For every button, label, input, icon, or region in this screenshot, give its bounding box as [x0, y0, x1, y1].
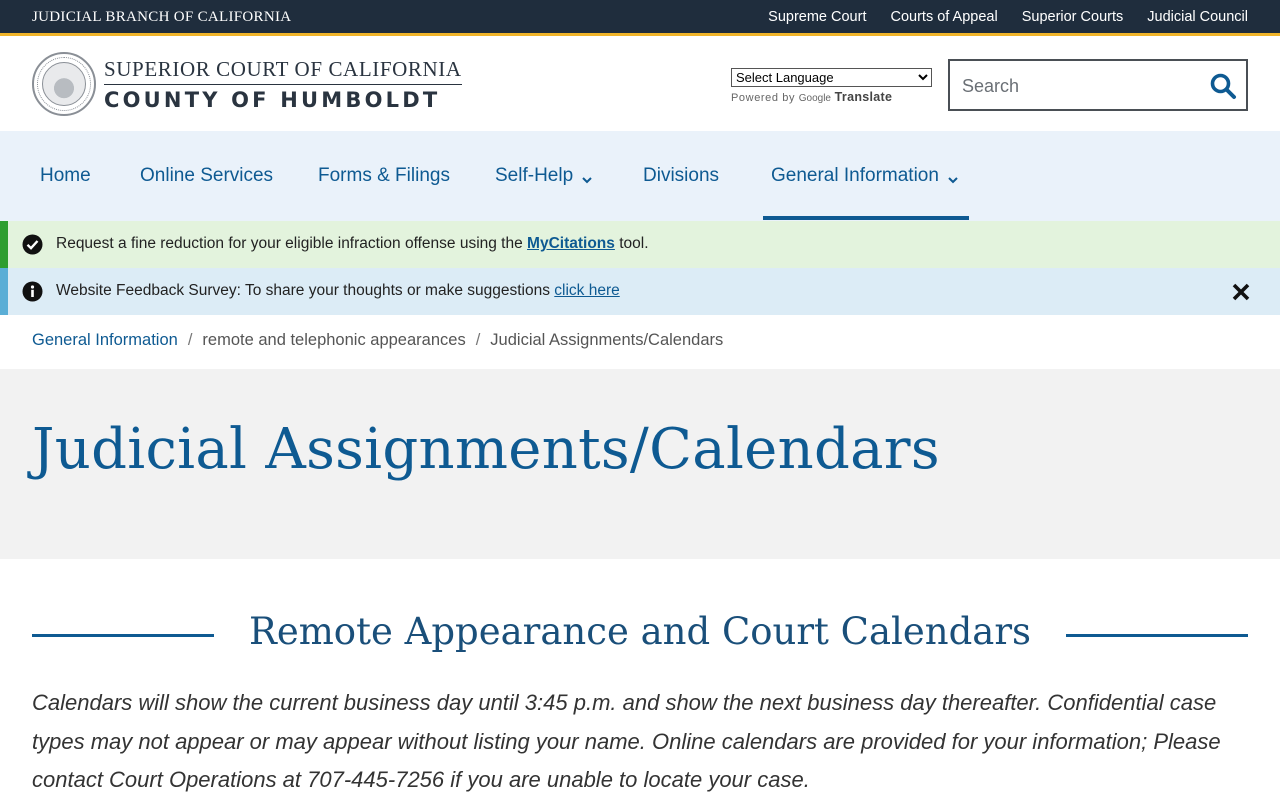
nav-item-forms-filings[interactable]: Forms & Filings — [318, 131, 450, 221]
page-title: Judicial Assignments/Calendars — [32, 417, 940, 482]
seal-emblem — [42, 62, 86, 106]
mycitations-link[interactable]: MyCitations — [527, 235, 615, 252]
main-nav: Home Online Services Forms & Filings Sel… — [0, 131, 1280, 221]
alert-text: Website Feedback Survey: To share your t… — [56, 282, 620, 300]
nav-item-label: Divisions — [643, 165, 720, 186]
search-input[interactable] — [962, 73, 1192, 99]
court-name-logo[interactable]: SUPERIOR COURT OF CALIFORNIA COUNTY OF H… — [104, 57, 462, 113]
judicial-branch-topbar: JUDICIAL BRANCH OF CALIFORNIA Supreme Co… — [0, 0, 1280, 36]
court-name-line2: COUNTY OF HUMBOLDT — [104, 88, 441, 112]
google-translate-widget: Select Language Powered by Google Transl… — [731, 68, 932, 104]
nav-item-divisions[interactable]: Divisions — [643, 131, 719, 221]
site-header: SUPERIOR COURT OF CALIFORNIA COUNTY OF H… — [0, 39, 1280, 131]
page-hero: Judicial Assignments/Calendars — [0, 369, 1280, 559]
check-circle-icon — [22, 234, 43, 255]
google-logo: Google — [798, 93, 831, 104]
nav-item-home[interactable]: Home — [40, 131, 91, 221]
feedback-survey-alert: Website Feedback Survey: To share your t… — [0, 268, 1280, 315]
top-link-superior-courts[interactable]: Superior Courts — [1022, 9, 1124, 25]
nav-active-indicator — [763, 216, 969, 220]
alert-text-before: Request a fine reduction for your eligib… — [56, 235, 528, 252]
site-search — [948, 59, 1248, 111]
top-link-judicial-council[interactable]: Judicial Council — [1147, 9, 1248, 25]
nav-item-general-information[interactable]: General Information — [771, 131, 959, 221]
breadcrumb-general-information[interactable]: General Information — [32, 331, 178, 350]
top-link-supreme-court[interactable]: Supreme Court — [768, 9, 866, 25]
breadcrumb-remote-appearances: remote and telephonic appearances — [202, 331, 466, 349]
nav-item-label: Home — [40, 165, 91, 186]
survey-click-here-link[interactable]: click here — [554, 282, 619, 299]
section-heading: Remote Appearance and Court Calendars — [32, 610, 1248, 662]
translate-label[interactable]: Translate — [835, 90, 893, 104]
breadcrumb-separator: / — [187, 331, 193, 349]
nav-item-label: Forms & Filings — [318, 165, 450, 186]
court-seal-icon[interactable] — [32, 52, 96, 116]
chevron-down-icon — [947, 170, 959, 184]
alert-stripe — [0, 268, 8, 315]
nav-item-label: General Information — [771, 165, 939, 186]
court-name-divider — [104, 84, 462, 85]
powered-by-google: Powered by Google Translate — [731, 90, 932, 104]
alert-text: Request a fine reduction for your eligib… — [56, 235, 649, 253]
heading-rule-left — [32, 634, 214, 637]
breadcrumb-current: Judicial Assignments/Calendars — [490, 331, 724, 349]
search-icon[interactable] — [1208, 71, 1238, 101]
breadcrumb-separator: / — [475, 331, 481, 349]
info-circle-icon — [22, 281, 43, 302]
alert-stripe — [0, 221, 8, 268]
powered-by-label: Powered by — [731, 92, 796, 104]
nav-item-label: Online Services — [140, 165, 274, 186]
court-name-line1: SUPERIOR COURT OF CALIFORNIA — [104, 57, 462, 81]
heading-rule-right — [1066, 634, 1248, 637]
chevron-down-icon — [581, 170, 593, 184]
top-links: Supreme Court Courts of Appeal Superior … — [768, 9, 1248, 25]
alert-text-after: tool. — [614, 235, 649, 252]
language-select[interactable]: Select Language — [731, 68, 932, 87]
mycitations-alert: Request a fine reduction for your eligib… — [0, 221, 1280, 268]
nav-item-self-help[interactable]: Self-Help — [495, 131, 593, 221]
top-link-courts-of-appeal[interactable]: Courts of Appeal — [890, 9, 997, 25]
breadcrumb: General Information / remote and telepho… — [32, 331, 723, 350]
section-title: Remote Appearance and Court Calendars — [248, 610, 1032, 653]
judicial-branch-label[interactable]: JUDICIAL BRANCH OF CALIFORNIA — [32, 9, 291, 26]
nav-item-online-services[interactable]: Online Services — [140, 131, 273, 221]
nav-item-label: Self-Help — [495, 165, 574, 186]
alert-text-before: Website Feedback Survey: To share your t… — [56, 282, 555, 299]
close-icon[interactable] — [1230, 281, 1252, 303]
calendar-notice-text: Calendars will show the current business… — [32, 690, 1221, 792]
